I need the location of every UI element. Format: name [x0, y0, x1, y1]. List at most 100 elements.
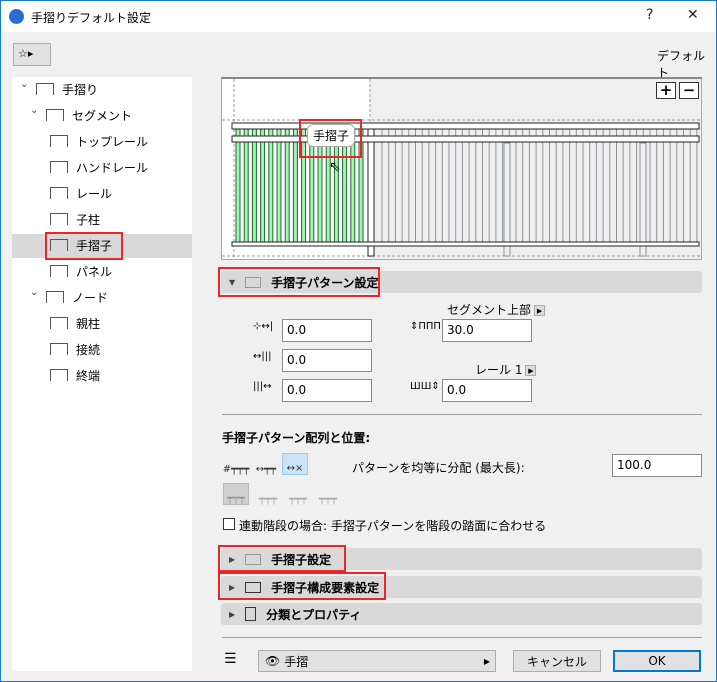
- tree-item-label: 子柱: [76, 212, 101, 227]
- align-left-icon[interactable]: ┯┯┯: [223, 483, 249, 505]
- align-middle-icon[interactable]: ┯┯┯: [285, 483, 311, 505]
- rail-input[interactable]: 0.0: [442, 379, 532, 402]
- panel-highlight: [218, 267, 380, 297]
- tree-item[interactable]: 手摺り: [36, 77, 98, 101]
- baluster-highlighted: [251, 126, 257, 246]
- element-tree: 手摺り ⌄ セグメント ⌄ トップレール ハンドレール レール 子柱 手摺子 パネル ノード ⌄ 親柱接…: [12, 77, 192, 671]
- element-type-icon: [50, 265, 68, 277]
- eye-icon: 👁: [265, 654, 281, 668]
- arrow-right-icon: ▶: [483, 656, 490, 666]
- distribute-label: パターンを均等に分配 (最大長):: [352, 461, 525, 475]
- baluster-highlighted: [235, 126, 241, 246]
- tree-item[interactable]: パネル: [50, 259, 112, 283]
- expand-triangle-icon: ▶: [229, 609, 236, 619]
- tooltip-highlight: [299, 119, 362, 158]
- tree-item[interactable]: トップレール: [50, 129, 148, 153]
- end-offset-input[interactable]: 0.0: [282, 379, 372, 402]
- element-type-icon: [50, 187, 68, 199]
- stair-checkbox[interactable]: [223, 518, 235, 530]
- chevron-down-icon[interactable]: ⌄: [30, 287, 38, 298]
- left-offset-icon: ⊹↔|: [253, 321, 274, 332]
- segment-top-menu[interactable]: セグメント上部 ▶: [447, 301, 546, 318]
- end-offset-icon: |||↔: [253, 381, 272, 392]
- stair-checkbox-label: 連動階段の場合: 手摺子パターンを階段の踏面に合わせる: [239, 519, 547, 533]
- layer-selector[interactable]: 👁 手摺 ▶: [258, 650, 496, 672]
- align-right-icon[interactable]: ┯┯┯: [315, 483, 341, 505]
- layer-name: 手摺: [284, 654, 309, 669]
- chevron-down-icon[interactable]: ⌄: [30, 105, 38, 116]
- element-type-icon: [36, 83, 54, 95]
- tree-item[interactable]: セグメント: [46, 103, 132, 127]
- distribute-max-input[interactable]: 100.0: [612, 454, 702, 477]
- element-type-icon: [50, 343, 68, 355]
- zoom-in-button[interactable]: +: [656, 82, 676, 99]
- baluster-highlighted: [284, 126, 290, 246]
- tree-item-label: トップレール: [76, 134, 149, 149]
- baluster-highlighted: [243, 126, 249, 246]
- divider: [222, 637, 702, 638]
- app-logo-icon: [9, 9, 24, 24]
- window-title: 手摺りデフォルト設定: [31, 11, 152, 25]
- bottom-gap-icon: ШШ⇕: [410, 381, 440, 392]
- default-label: デフォルト: [657, 49, 706, 80]
- rail-label: レール 1: [475, 363, 523, 377]
- panel-title: 分類とプロパティ: [266, 607, 362, 622]
- element-type-icon: [50, 317, 68, 329]
- document-icon: [245, 607, 257, 621]
- arrow-right-icon: ▶: [534, 305, 546, 316]
- tree-item[interactable]: 親柱: [50, 311, 100, 335]
- element-type-icon: [50, 369, 68, 381]
- baluster-highlighted: [292, 126, 298, 246]
- zoom-out-button[interactable]: −: [679, 82, 699, 99]
- baluster-highlighted: [276, 126, 282, 246]
- preview-area: + − 手摺子 ⇖: [221, 77, 702, 260]
- element-type-icon: [46, 109, 64, 121]
- post: [503, 142, 511, 257]
- favorites-button[interactable]: ☆▸: [13, 43, 51, 66]
- left-offset-input[interactable]: 0.0: [282, 319, 372, 342]
- start-offset-input[interactable]: 0.0: [282, 349, 372, 372]
- tree-item-label: パネル: [76, 264, 113, 279]
- ok-button[interactable]: OK: [613, 650, 701, 672]
- tree-item-label: セグメント: [72, 108, 133, 123]
- close-button[interactable]: ✕: [687, 7, 699, 23]
- tree-item-label: 手摺り: [62, 82, 99, 97]
- title-bar: 手摺りデフォルト設定 ? ✕: [1, 1, 716, 32]
- arrow-right-icon: ▶: [525, 365, 537, 376]
- baluster-highlighted: [268, 126, 274, 246]
- cancel-button[interactable]: キャンセル: [513, 650, 601, 672]
- fixed-count-icon[interactable]: #┯┯┯: [223, 453, 249, 475]
- post: [639, 142, 647, 257]
- rail-menu[interactable]: レール 1 ▶: [475, 361, 537, 378]
- tree-item-label: レール: [76, 186, 113, 201]
- arrangement-heading: 手摺子パターン配列と位置:: [222, 431, 371, 445]
- tree-item[interactable]: 接続: [50, 337, 100, 361]
- element-type-icon: [50, 161, 68, 173]
- segment-top-label: セグメント上部: [447, 303, 532, 317]
- bottom-rail: [231, 241, 700, 247]
- tree-item-label: 接続: [76, 342, 101, 357]
- element-type-icon: [50, 213, 68, 225]
- fixed-distance-icon[interactable]: ↔┯┯: [253, 453, 279, 475]
- align-center-icon[interactable]: ┯┯┯: [255, 483, 281, 505]
- tree-item[interactable]: ハンドレール: [50, 155, 148, 179]
- tree-item[interactable]: レール: [50, 181, 112, 205]
- post: [367, 126, 375, 257]
- segment-top-input[interactable]: 30.0: [442, 319, 532, 342]
- tree-item-label: ノード: [72, 290, 109, 305]
- railing-preview[interactable]: [222, 79, 702, 260]
- selection-highlight-box: [45, 232, 123, 260]
- tree-item[interactable]: ノード: [46, 285, 108, 309]
- baluster-highlighted: [260, 126, 266, 246]
- tree-item-label: 親柱: [76, 316, 101, 331]
- help-button[interactable]: ?: [646, 7, 653, 23]
- start-offset-icon: ↔|||: [253, 351, 272, 362]
- top-gap-icon: ⇕ΠΠΠ: [410, 321, 441, 332]
- layers-icon: ☰: [224, 651, 237, 667]
- classification-panel-header[interactable]: ▶ 分類とプロパティ: [221, 603, 702, 625]
- tree-item-label: ハンドレール: [76, 160, 149, 175]
- tree-item[interactable]: 終端: [50, 363, 100, 387]
- tree-item[interactable]: 子柱: [50, 207, 100, 231]
- chevron-down-icon[interactable]: ⌄: [20, 79, 28, 90]
- distribute-evenly-icon[interactable]: ↔×: [282, 453, 308, 475]
